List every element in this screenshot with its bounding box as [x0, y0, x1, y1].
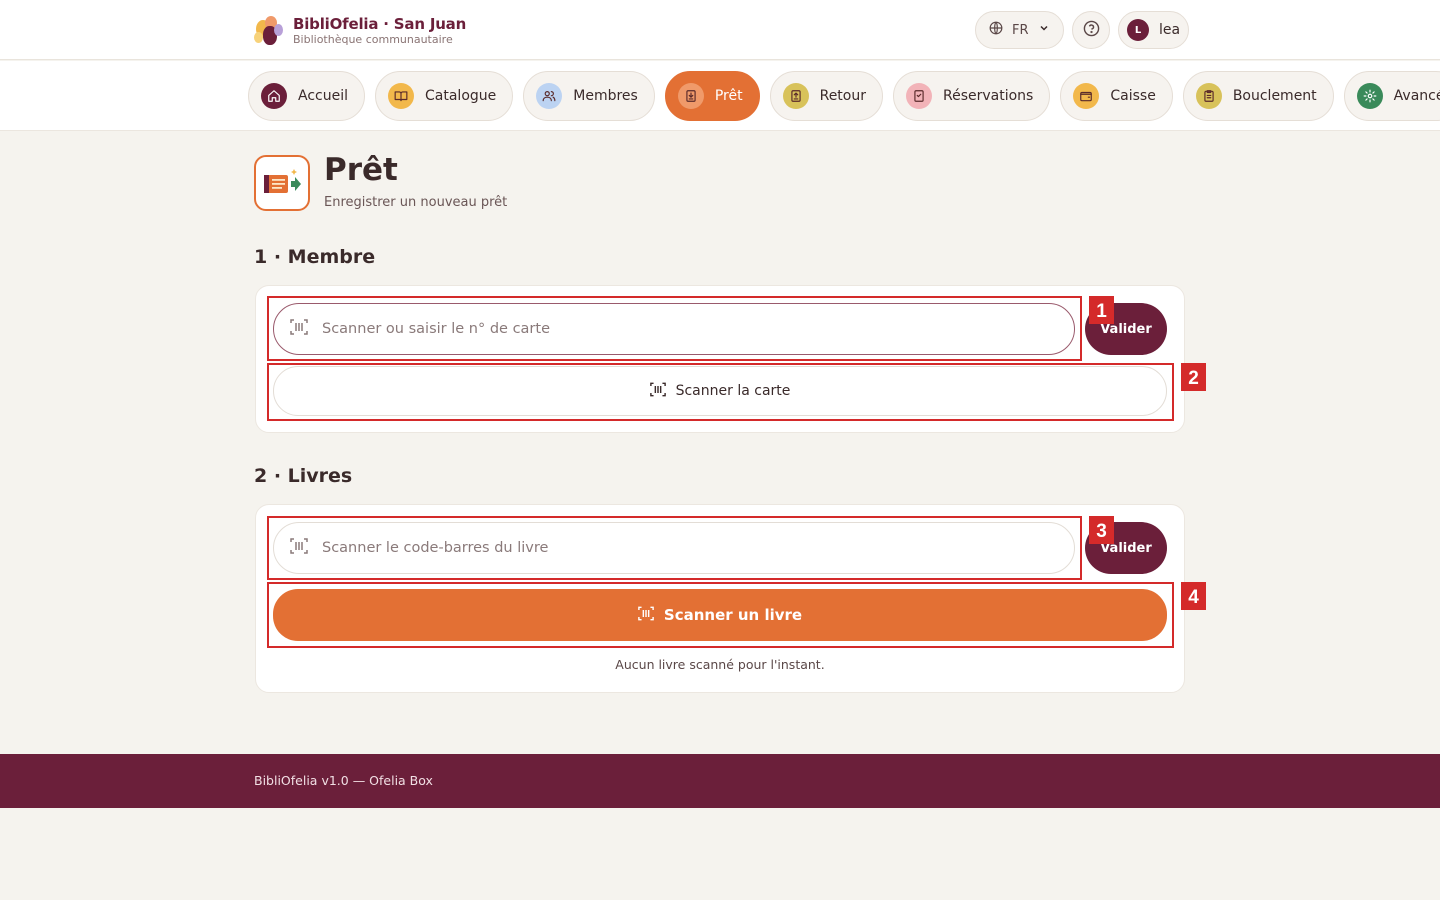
- loan-page-icon: [254, 155, 310, 211]
- empty-books-message: Aucun livre scanné pour l'instant.: [615, 657, 825, 672]
- tab-avance[interactable]: Avancé: [1343, 71, 1440, 121]
- main-nav: Accueil Catalogue Membres Prêt Retour Réserva…: [0, 61, 1440, 131]
- footer-text: BibliOfelia v1.0 — Ofelia Box: [254, 773, 433, 788]
- barcode-icon: [649, 382, 666, 401]
- bookmark-icon: [906, 83, 932, 109]
- annotation-number-3: 3: [1089, 516, 1114, 544]
- tab-catalogue[interactable]: Catalogue: [375, 71, 514, 121]
- brand-name: BibliOfelia · San Juan: [293, 14, 467, 33]
- home-icon: [261, 83, 287, 109]
- member-card-input[interactable]: [322, 321, 1074, 337]
- tab-label: Avancé: [1393, 88, 1440, 104]
- scan-card-button[interactable]: Scanner la carte: [273, 366, 1167, 416]
- tab-label: Réservations: [943, 88, 1034, 104]
- barcode-icon: [638, 606, 654, 625]
- users-icon: [536, 83, 563, 109]
- tab-retour[interactable]: Retour: [769, 71, 883, 121]
- member-card-field[interactable]: [273, 303, 1075, 355]
- tab-accueil[interactable]: Accueil: [248, 71, 365, 121]
- tab-label: Retour: [819, 88, 866, 104]
- tab-pret[interactable]: Prêt: [664, 71, 760, 121]
- annotation-number-4: 4: [1181, 582, 1206, 610]
- help-icon: [1083, 20, 1100, 41]
- loan-icon: [677, 83, 704, 109]
- barcode-icon: [290, 319, 308, 339]
- help-button[interactable]: [1072, 11, 1110, 49]
- book-barcode-field[interactable]: [273, 522, 1075, 574]
- scan-card-label: Scanner la carte: [675, 383, 791, 399]
- scan-book-button[interactable]: Scanner un livre: [273, 589, 1167, 641]
- tab-caisse[interactable]: Caisse: [1060, 71, 1173, 121]
- top-bar: BibliOfelia · San Juan Bibliothèque comm…: [0, 0, 1440, 60]
- member-section-title: 1 · Membre: [254, 246, 376, 268]
- return-icon: [782, 83, 809, 109]
- tab-label: Prêt: [714, 88, 743, 104]
- tab-bouclement[interactable]: Bouclement: [1182, 71, 1334, 121]
- tab-label: Bouclement: [1232, 88, 1317, 104]
- brand-logo: [254, 14, 284, 46]
- brand-subtitle: Bibliothèque communautaire: [293, 32, 453, 46]
- chevron-down-icon: [1038, 22, 1050, 38]
- tab-label: Accueil: [298, 88, 348, 104]
- user-menu[interactable]: L lea: [1118, 11, 1189, 49]
- user-name: lea: [1159, 22, 1181, 38]
- page-subtitle: Enregistrer un nouveau prêt: [324, 195, 508, 210]
- scan-book-label: Scanner un livre: [663, 606, 803, 624]
- tab-membres[interactable]: Membres: [523, 71, 655, 121]
- tab-label: Caisse: [1110, 88, 1156, 104]
- wallet-icon: [1073, 83, 1100, 109]
- book-barcode-input[interactable]: [322, 540, 1074, 556]
- gear-icon: [1356, 83, 1383, 109]
- avatar: L: [1127, 19, 1149, 41]
- annotation-number-2: 2: [1181, 363, 1206, 391]
- barcode-icon: [290, 538, 308, 558]
- annotation-number-1: 1: [1089, 296, 1114, 324]
- globe-icon: [989, 21, 1003, 39]
- language-label: FR: [1012, 22, 1029, 38]
- footer: BibliOfelia v1.0 — Ofelia Box: [0, 754, 1440, 808]
- brand[interactable]: BibliOfelia · San Juan Bibliothèque comm…: [254, 14, 466, 46]
- tab-label: Membres: [573, 88, 638, 104]
- tab-reservations[interactable]: Réservations: [893, 71, 1051, 121]
- clipboard-icon: [1195, 83, 1222, 109]
- book-icon: [388, 83, 414, 109]
- books-section-title: 2 · Livres: [254, 465, 353, 487]
- language-selector[interactable]: FR: [975, 11, 1064, 49]
- tab-label: Catalogue: [425, 88, 497, 104]
- page-title: Prêt: [324, 152, 398, 188]
